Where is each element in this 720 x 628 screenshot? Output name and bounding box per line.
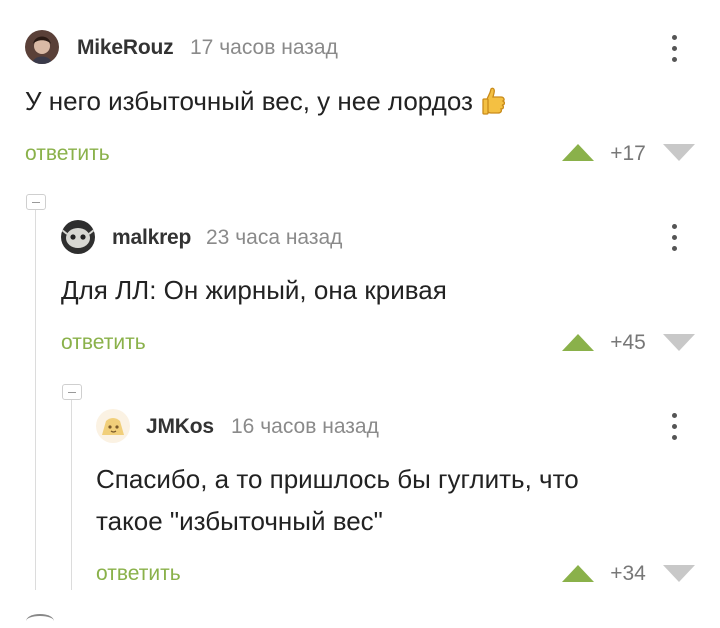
triangle-down-icon[interactable] [663, 565, 695, 582]
triangle-up-icon[interactable] [562, 144, 594, 161]
collapse-thread-button[interactable] [62, 384, 82, 400]
thread-line-level-1 [35, 210, 36, 590]
rating: +17 [610, 142, 646, 165]
comment-text: Для ЛЛ: Он жирный, она кривая [61, 269, 447, 311]
comment-text-line: такое "избыточный вес" [96, 506, 383, 536]
comment-text: У него избыточный вес, у нее лордоз [25, 80, 508, 122]
comment-text-line: Для ЛЛ: Он жирный, она кривая [61, 275, 447, 305]
triangle-up-icon[interactable] [562, 334, 594, 351]
timestamp: 23 часа назад [206, 226, 343, 249]
timestamp: 17 часов назад [190, 36, 338, 59]
reply-link[interactable]: ответить [25, 142, 110, 166]
username[interactable]: malkrep [112, 226, 191, 250]
timestamp: 16 часов назад [231, 415, 379, 438]
reply-link[interactable]: ответить [61, 331, 146, 355]
triangle-down-icon[interactable] [663, 334, 695, 351]
rating: +34 [610, 562, 646, 585]
more-vertical-icon[interactable] [669, 35, 679, 65]
avatar[interactable] [96, 409, 130, 443]
next-comment-avatar [26, 614, 54, 628]
username[interactable]: JMKos [146, 415, 214, 439]
comment-text: Спасибо, а то пришлось бы гуглить, что т… [96, 458, 579, 542]
avatar[interactable] [61, 220, 95, 254]
comment-text-line: У него избыточный вес, у нее лордоз [25, 86, 473, 116]
thread-line-level-2 [71, 400, 72, 590]
triangle-down-icon[interactable] [663, 144, 695, 161]
more-vertical-icon[interactable] [669, 413, 679, 443]
username[interactable]: MikeRouz [77, 36, 174, 60]
thumbs-up-emoji [482, 87, 506, 115]
more-vertical-icon[interactable] [669, 224, 679, 254]
comment-text-line: Спасибо, а то пришлось бы гуглить, что [96, 464, 579, 494]
avatar[interactable] [25, 30, 59, 64]
reply-link[interactable]: ответить [96, 562, 181, 586]
triangle-up-icon[interactable] [562, 565, 594, 582]
rating: +45 [610, 331, 646, 354]
collapse-thread-button[interactable] [26, 194, 46, 210]
